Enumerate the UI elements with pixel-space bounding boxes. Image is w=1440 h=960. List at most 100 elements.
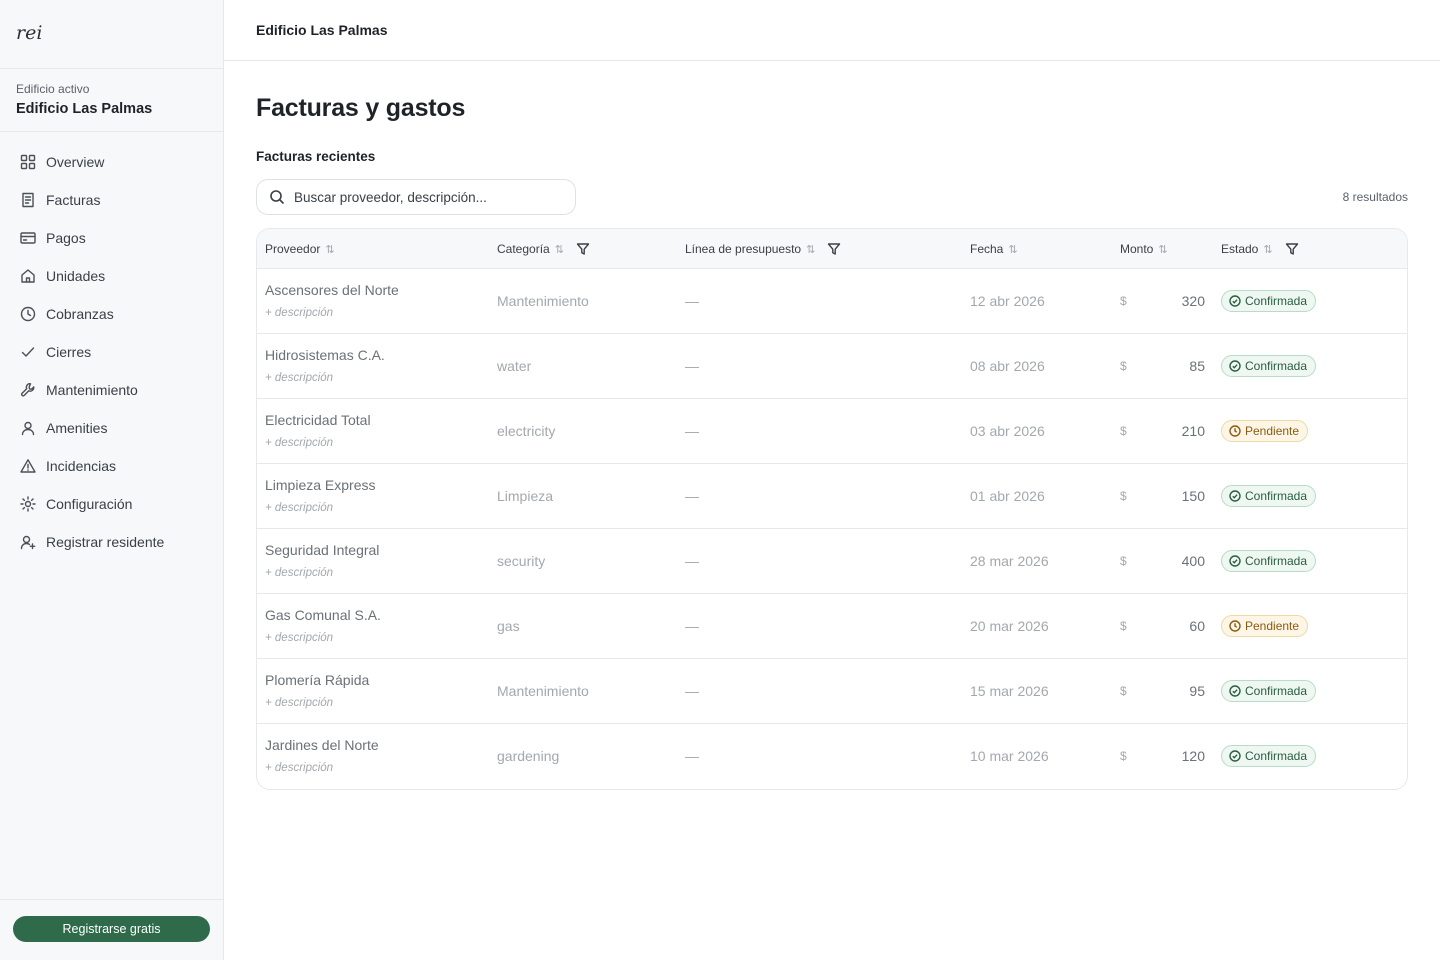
search-row: 8 resultados <box>256 179 1408 215</box>
invoices-table: Proveedor ⇅ Categoría ⇅ Línea de presupues… <box>256 228 1408 790</box>
cell-monto: 150 <box>1181 488 1205 504</box>
sidebar-footer: Registrarse gratis <box>0 899 223 960</box>
cell-fecha: 20 mar 2026 <box>970 618 1049 634</box>
sort-icon[interactable]: ⇅ <box>1008 243 1017 256</box>
add-description-link[interactable]: + descripción <box>265 307 333 319</box>
search-input[interactable] <box>294 189 564 205</box>
column-header-linea[interactable]: Línea de presupuesto ⇅ <box>685 229 841 269</box>
cell-proveedor: Jardines del Norte <box>265 737 379 753</box>
filter-icon[interactable] <box>1285 242 1299 256</box>
topbar: Edificio Las Palmas <box>224 0 1440 61</box>
cell-fecha: 08 abr 2026 <box>970 358 1045 374</box>
sidebar-item-cierres[interactable]: Cierres <box>0 333 223 371</box>
cell-fecha: 03 abr 2026 <box>970 423 1045 439</box>
add-description-link[interactable]: + descripción <box>265 632 333 644</box>
sidebar-item-amenities[interactable]: Amenities <box>0 409 223 447</box>
add-description-link[interactable]: + descripción <box>265 567 333 579</box>
filter-icon[interactable] <box>576 242 590 256</box>
active-building-label: Edificio activo <box>16 82 90 96</box>
sort-icon[interactable]: ⇅ <box>325 243 334 256</box>
cell-linea-presupuesto: — <box>685 488 699 504</box>
status-label: Pendiente <box>1245 619 1300 633</box>
column-label: Estado <box>1221 242 1259 256</box>
add-description-link[interactable]: + descripción <box>265 437 333 449</box>
status-label: Confirmada <box>1245 554 1308 568</box>
sidebar-item-incidencias[interactable]: Incidencias <box>0 447 223 485</box>
active-building[interactable]: Edificio activo Edificio Las Palmas <box>0 69 223 132</box>
cell-categoria: security <box>497 553 546 569</box>
cell-monto: 120 <box>1181 748 1205 764</box>
table-row[interactable]: Electricidad Total + descripción electrici… <box>257 399 1407 464</box>
sidebar-item-pagos[interactable]: Pagos <box>0 219 223 257</box>
add-description-link[interactable]: + descripción <box>265 762 333 774</box>
section-title: Facturas recientes <box>256 149 376 164</box>
cell-categoria: Mantenimiento <box>497 683 589 699</box>
column-label: Categoría <box>497 242 550 256</box>
sidebar-item-cobranzas[interactable]: Cobranzas <box>0 295 223 333</box>
cell-linea-presupuesto: — <box>685 358 699 374</box>
table-header: Proveedor ⇅ Categoría ⇅ Línea de presupues… <box>257 229 1407 269</box>
sidebar-item-label: Cobranzas <box>46 306 114 322</box>
table-row[interactable]: Jardines del Norte + descripción gardening… <box>257 724 1407 789</box>
cell-proveedor: Ascensores del Norte <box>265 282 399 298</box>
column-label: Fecha <box>970 242 1004 256</box>
cell-monto: 95 <box>1189 683 1205 699</box>
table-row[interactable]: Limpieza Express + descripción Limpieza — 01… <box>257 464 1407 529</box>
main-content: Facturas y gastos Facturas recientes 8 r… <box>256 61 1408 790</box>
table-row[interactable]: Ascensores del Norte + descripción Manteni… <box>257 269 1407 334</box>
cell-proveedor: Hidrosistemas C.A. <box>265 347 385 363</box>
table-row[interactable]: Plomería Rápida + descripción Mantenimient… <box>257 659 1407 724</box>
results-count: 8 resultados <box>1342 190 1408 204</box>
filter-icon[interactable] <box>827 242 841 256</box>
column-header-proveedor[interactable]: Proveedor ⇅ <box>265 229 335 269</box>
column-header-monto[interactable]: Monto ⇅ <box>1120 229 1168 269</box>
cell-fecha: 01 abr 2026 <box>970 488 1045 504</box>
grid-icon <box>19 153 37 171</box>
topbar-title: Edificio Las Palmas <box>256 22 388 38</box>
check-icon <box>19 343 37 361</box>
sort-icon[interactable]: ⇅ <box>1158 243 1167 256</box>
page-title: Facturas y gastos <box>256 94 466 122</box>
check-circle-icon <box>1229 490 1245 502</box>
add-description-link[interactable]: + descripción <box>265 502 333 514</box>
sidebar-item-configuracion[interactable]: Configuración <box>0 485 223 523</box>
sidebar-item-unidades[interactable]: Unidades <box>0 257 223 295</box>
search-box[interactable] <box>256 179 576 215</box>
sidebar-item-mantenimiento[interactable]: Mantenimiento <box>0 371 223 409</box>
status-badge: Confirmada <box>1221 680 1317 702</box>
sort-icon[interactable]: ⇅ <box>555 243 564 256</box>
table-row[interactable]: Gas Comunal S.A. + descripción gas — 20 mar … <box>257 594 1407 659</box>
cell-proveedor: Seguridad Integral <box>265 542 380 558</box>
cell-linea-presupuesto: — <box>685 618 699 634</box>
cell-proveedor: Gas Comunal S.A. <box>265 607 381 623</box>
sort-icon[interactable]: ⇅ <box>1263 243 1272 256</box>
sidebar-item-overview[interactable]: Overview <box>0 143 223 181</box>
cell-currency: $ <box>1120 749 1127 763</box>
sidebar-item-facturas[interactable]: Facturas <box>0 181 223 219</box>
table-row[interactable]: Hidrosistemas C.A. + descripción water — 08 … <box>257 334 1407 399</box>
sidebar-item-registrar-residente[interactable]: Registrar residente <box>0 523 223 561</box>
add-description-link[interactable]: + descripción <box>265 697 333 709</box>
column-header-fecha[interactable]: Fecha ⇅ <box>970 229 1018 269</box>
sort-icon[interactable]: ⇅ <box>806 243 815 256</box>
status-badge: Confirmada <box>1221 485 1317 507</box>
check-circle-icon <box>1229 685 1245 697</box>
signup-button[interactable]: Registrarse gratis <box>13 916 210 942</box>
status-badge: Confirmada <box>1221 290 1317 312</box>
cell-monto: 400 <box>1181 553 1205 569</box>
status-label: Confirmada <box>1245 359 1308 373</box>
warning-icon <box>19 457 37 475</box>
clock-icon <box>1229 620 1245 632</box>
cell-currency: $ <box>1120 684 1127 698</box>
app-logo[interactable]: rei <box>0 0 223 69</box>
user-icon <box>19 419 37 437</box>
table-row[interactable]: Seguridad Integral + descripción security —… <box>257 529 1407 594</box>
column-header-estado[interactable]: Estado ⇅ <box>1221 229 1299 269</box>
cell-currency: $ <box>1120 359 1127 373</box>
cell-proveedor: Plomería Rápida <box>265 672 370 688</box>
column-label: Proveedor <box>265 242 321 256</box>
cell-linea-presupuesto: — <box>685 553 699 569</box>
add-description-link[interactable]: + descripción <box>265 372 333 384</box>
check-circle-icon <box>1229 295 1245 307</box>
column-header-categoria[interactable]: Categoría ⇅ <box>497 229 590 269</box>
